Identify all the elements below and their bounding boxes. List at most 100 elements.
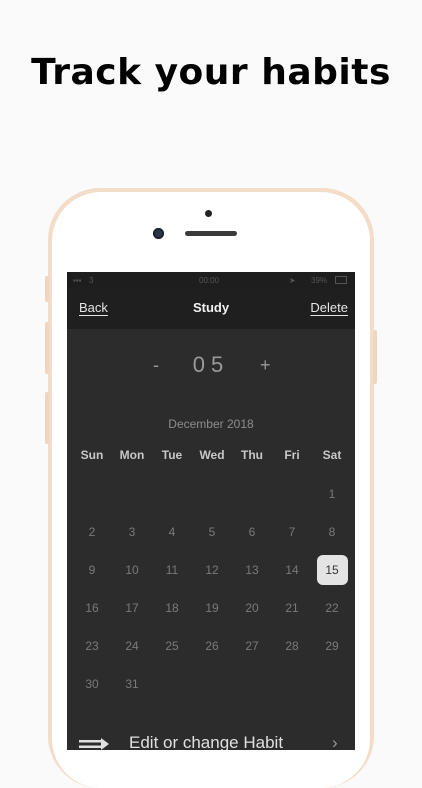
calendar-day[interactable]: 12: [192, 551, 232, 589]
arrow-right-icon: [79, 738, 109, 750]
calendar-day-number: 29: [325, 639, 339, 653]
calendar-day-number: 4: [168, 525, 176, 539]
calendar-week-row: 30 31: [72, 665, 352, 703]
calendar-week-row: 23 24 25 26 27 28 29: [72, 627, 352, 665]
calendar-grid: 1 2 3 4 5 6 7 8 9 10 11 12 13 14 15 16 17 18 19 20 21 22 23 24 2…: [72, 475, 352, 703]
calendar-week-row: 2 3 4 5 6 7 8: [72, 513, 352, 551]
calendar-day[interactable]: 6: [232, 513, 272, 551]
counter-stepper: 05 - +: [67, 352, 355, 382]
weekday-label: Sun: [80, 448, 104, 462]
edit-habit-row[interactable]: Edit or change Habit ›: [67, 730, 355, 750]
decrement-button[interactable]: -: [153, 355, 159, 376]
calendar-day-number: 19: [205, 601, 219, 615]
nav-bar: Back Study Delete: [67, 289, 355, 329]
calendar-day-number: 30: [85, 677, 99, 691]
calendar-day[interactable]: 22: [312, 589, 352, 627]
weekday-label: Thu: [241, 448, 263, 462]
calendar-empty-cell: [312, 665, 352, 703]
weekday-label: Wed: [199, 448, 225, 462]
calendar-day[interactable]: 28: [272, 627, 312, 665]
earpiece-speaker: [185, 231, 237, 236]
calendar-empty-cell: [72, 475, 112, 513]
calendar-empty-cell: [152, 665, 192, 703]
calendar-empty-cell: [192, 665, 232, 703]
calendar-day[interactable]: 2: [72, 513, 112, 551]
calendar-day-number: 15: [316, 555, 348, 585]
calendar-day-number: 24: [125, 639, 139, 653]
calendar-day[interactable]: 16: [72, 589, 112, 627]
calendar-day[interactable]: 29: [312, 627, 352, 665]
calendar-day[interactable]: 1: [312, 475, 352, 513]
weekday-label: Tue: [161, 448, 183, 462]
edit-habit-label: Edit or change Habit: [129, 733, 284, 750]
battery-percent: 39%: [311, 276, 328, 285]
front-camera: [153, 228, 164, 239]
calendar-day-number: 11: [165, 563, 179, 577]
headline: Track your habits: [31, 52, 391, 93]
calendar-empty-cell: [232, 475, 272, 513]
calendar-day[interactable]: 21: [272, 589, 312, 627]
calendar-day-number: 2: [88, 525, 96, 539]
calendar-day[interactable]: 7: [272, 513, 312, 551]
calendar-day-number: 1: [328, 487, 336, 501]
calendar-day-number: 17: [125, 601, 139, 615]
location-icon: ➤: [289, 276, 296, 285]
calendar-day[interactable]: 14: [272, 551, 312, 589]
chevron-right-icon: ›: [332, 733, 338, 750]
calendar-empty-cell: [192, 475, 232, 513]
calendar-day[interactable]: 4: [152, 513, 192, 551]
calendar-day-number: 31: [125, 677, 139, 691]
calendar-day-number: 28: [285, 639, 299, 653]
calendar-day-selected[interactable]: 15: [312, 551, 352, 589]
calendar-month-title: December 2018: [168, 417, 254, 431]
calendar-day-number: 21: [285, 601, 299, 615]
calendar-day-number: 5: [208, 525, 216, 539]
app-screen: ▪▪▪ 3 00:00 ➤ 39% Back Study Delete 05 -…: [67, 272, 355, 750]
calendar-day[interactable]: 13: [232, 551, 272, 589]
calendar-day-number: 18: [165, 601, 179, 615]
calendar-day[interactable]: 5: [192, 513, 232, 551]
calendar-day[interactable]: 20: [232, 589, 272, 627]
calendar-day[interactable]: 19: [192, 589, 232, 627]
calendar-empty-cell: [272, 665, 312, 703]
calendar-day-number: 8: [328, 525, 336, 539]
calendar-day-number: 20: [245, 601, 259, 615]
calendar-day-number: 9: [88, 563, 96, 577]
counter-value: 05: [192, 352, 230, 377]
calendar-week-row: 9 10 11 12 13 14 15: [72, 551, 352, 589]
calendar-day[interactable]: 30: [72, 665, 112, 703]
calendar-day[interactable]: 10: [112, 551, 152, 589]
calendar-day[interactable]: 23: [72, 627, 112, 665]
calendar-day-number: 23: [85, 639, 99, 653]
calendar-day[interactable]: 18: [152, 589, 192, 627]
calendar-empty-cell: [232, 665, 272, 703]
signal-icon: ▪▪▪: [73, 276, 82, 285]
carrier-label: 3: [89, 276, 94, 285]
side-button-volume-up: [45, 322, 49, 374]
calendar-day[interactable]: 25: [152, 627, 192, 665]
calendar-day[interactable]: 26: [192, 627, 232, 665]
calendar-day-number: 6: [248, 525, 256, 539]
calendar-day-number: 12: [205, 563, 219, 577]
calendar-empty-cell: [272, 475, 312, 513]
calendar-day[interactable]: 31: [112, 665, 152, 703]
calendar-day[interactable]: 11: [152, 551, 192, 589]
calendar-day-number: 14: [285, 563, 299, 577]
side-button-volume-down: [45, 392, 49, 444]
calendar-day[interactable]: 3: [112, 513, 152, 551]
increment-button[interactable]: +: [260, 355, 271, 376]
calendar-day-number: 22: [325, 601, 339, 615]
weekday-header: Sun Mon Tue Wed Thu Fri Sat: [72, 448, 352, 462]
calendar-day[interactable]: 24: [112, 627, 152, 665]
delete-button[interactable]: Delete: [310, 300, 348, 315]
calendar-day[interactable]: 9: [72, 551, 112, 589]
calendar-day[interactable]: 27: [232, 627, 272, 665]
side-button-mute: [45, 276, 49, 302]
calendar-week-row: 1: [72, 475, 352, 513]
calendar-day[interactable]: 8: [312, 513, 352, 551]
calendar-day[interactable]: 17: [112, 589, 152, 627]
calendar-day-number: 26: [205, 639, 219, 653]
calendar-empty-cell: [152, 475, 192, 513]
side-button-power: [373, 330, 377, 384]
calendar-day-number: 10: [125, 563, 139, 577]
